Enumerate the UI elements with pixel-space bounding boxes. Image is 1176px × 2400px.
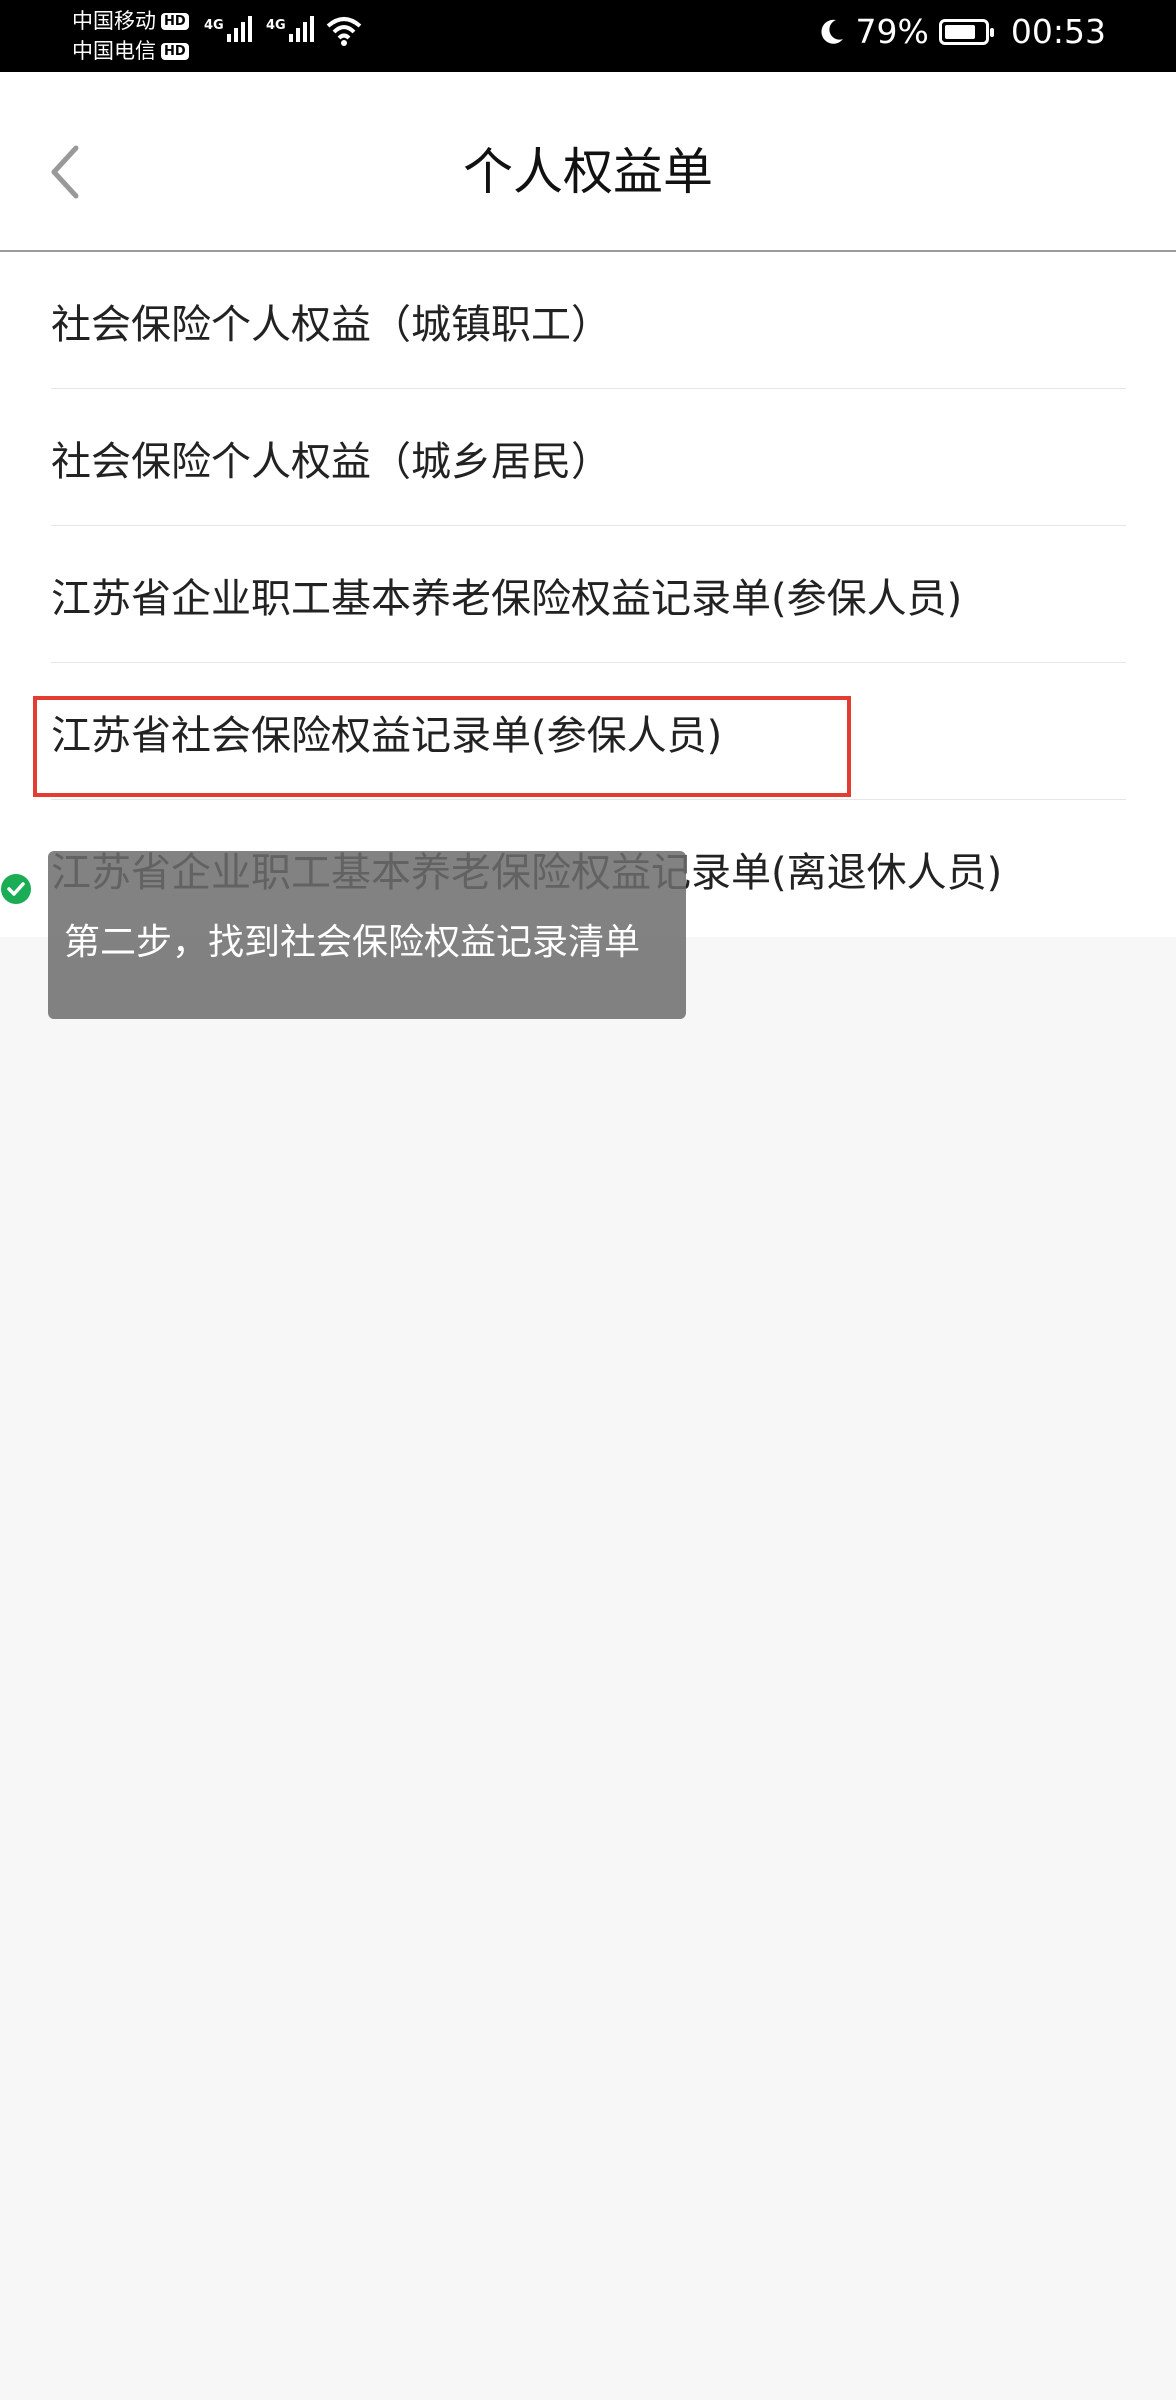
battery-level-fill	[944, 24, 975, 39]
battery-percent: 79%	[855, 12, 929, 51]
list-item-label: 社会保险个人权益（城镇职工）	[51, 301, 611, 348]
wifi-icon	[326, 17, 362, 46]
list-item[interactable]: 江苏省社会保险权益记录单(参保人员)	[0, 663, 1176, 800]
battery-icon	[938, 18, 994, 45]
carrier-name-2: 中国电信	[72, 39, 156, 63]
status-bar: 中国移动 HD 中国电信 HD 4G 4G 79% 00:53	[0, 0, 1176, 72]
status-time: 00:53	[1010, 12, 1106, 51]
moon-icon	[820, 19, 843, 44]
list-item-label: 社会保险个人权益（城乡居民）	[51, 438, 611, 485]
signal-icon: 4G	[204, 14, 252, 42]
page-title: 个人权益单	[463, 143, 713, 201]
tooltip-text: 第二步，找到社会保险权益记录清单	[64, 922, 641, 963]
list-item[interactable]: 社会保险个人权益（城乡居民）	[0, 389, 1176, 526]
hd-badge: HD	[161, 42, 189, 60]
list-item-label: 江苏省企业职工基本养老保险权益记录单(参保人员)	[51, 575, 963, 622]
list-item-label: 江苏省社会保险权益记录单(参保人员)	[51, 712, 723, 759]
network-type-label: 4G	[204, 18, 224, 33]
network-type-label: 4G	[266, 18, 286, 33]
carrier-info: 中国移动 HD 中国电信 HD	[72, 6, 189, 66]
hd-badge: HD	[161, 12, 189, 30]
check-circle-icon	[1, 874, 31, 904]
list-item[interactable]: 江苏省企业职工基本养老保险权益记录单(参保人员)	[0, 526, 1176, 663]
list-item[interactable]: 社会保险个人权益（城镇职工）	[0, 252, 1176, 389]
instruction-tooltip: 第二步，找到社会保险权益记录清单	[48, 851, 686, 1019]
rights-list: 社会保险个人权益（城镇职工） 社会保险个人权益（城乡居民） 江苏省企业职工基本养…	[0, 252, 1176, 937]
signal-icon: 4G	[266, 14, 314, 42]
carrier-name-1: 中国移动	[72, 9, 156, 33]
nav-bar: 个人权益单	[0, 72, 1176, 252]
